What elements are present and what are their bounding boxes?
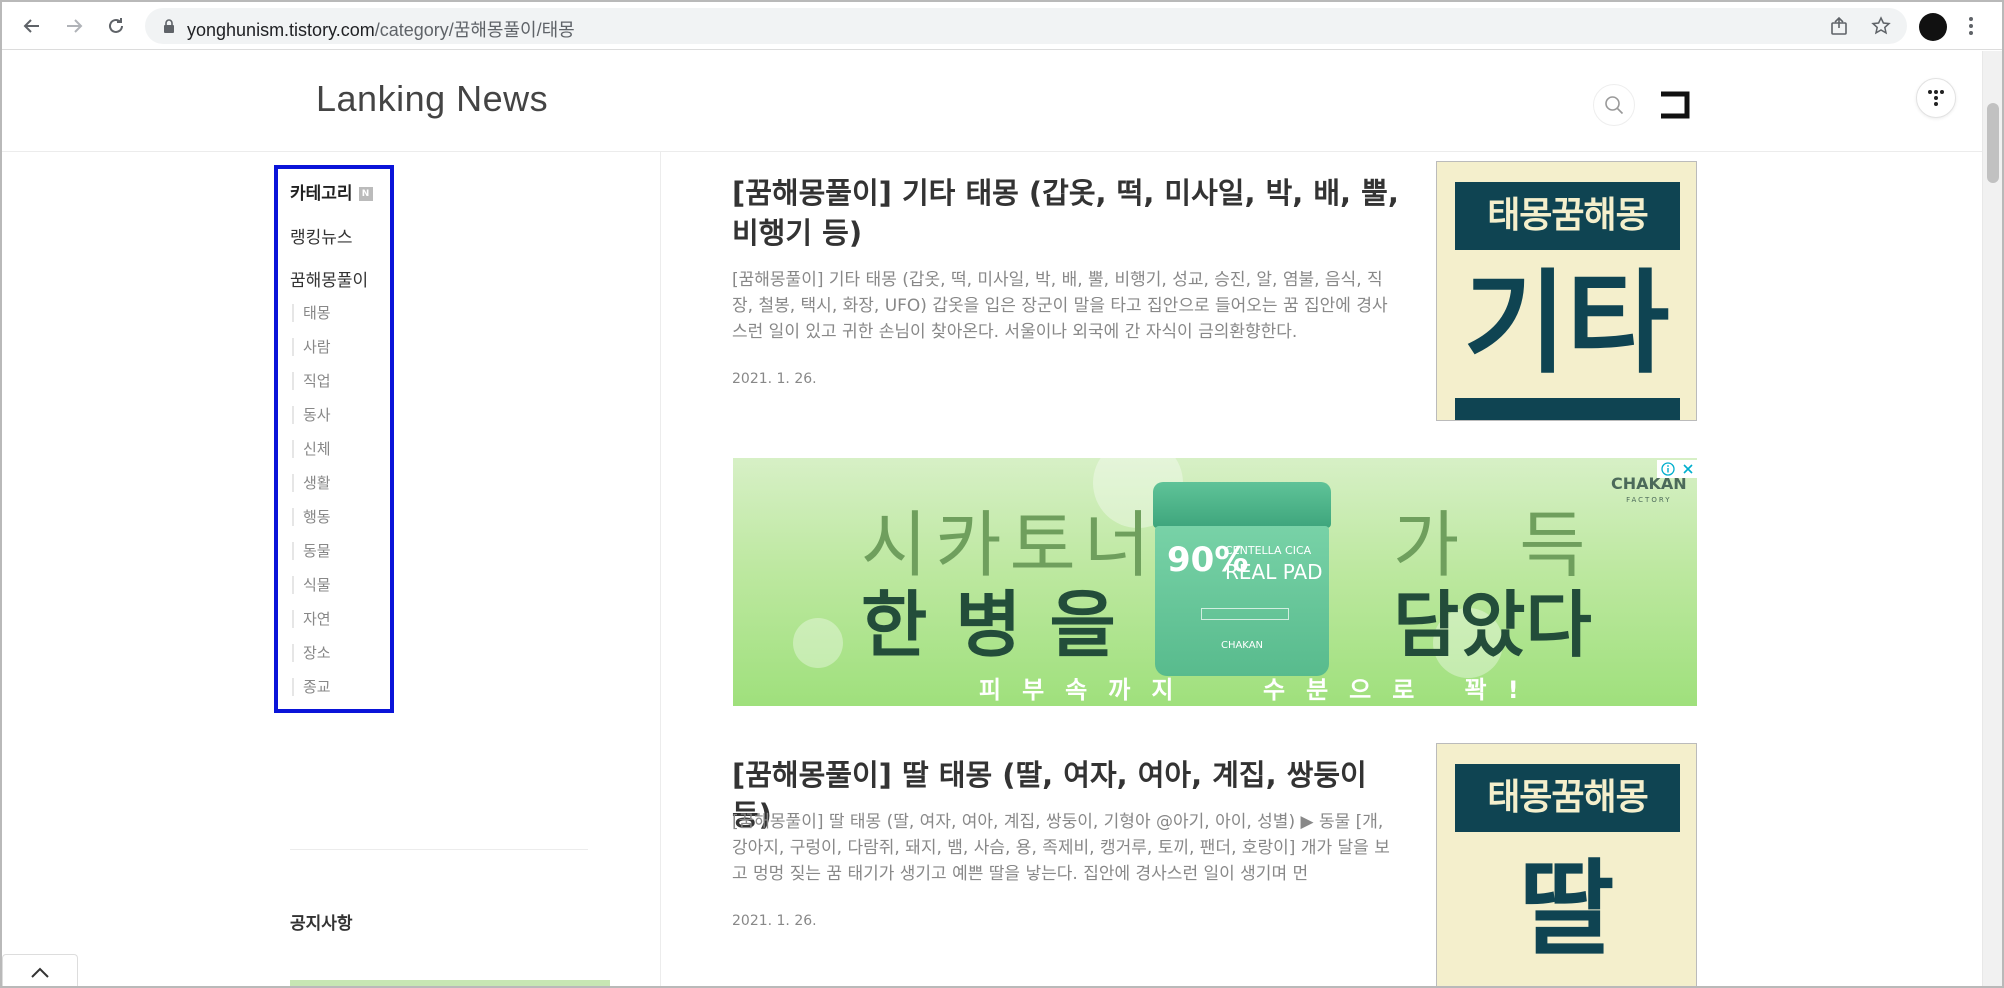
sidebar-divider bbox=[660, 152, 661, 986]
post-title[interactable]: [꿈해몽풀이] 기타 태몽 (갑옷, 떡, 미사일, 박, 배, 뿔, 비행기 … bbox=[732, 173, 1402, 253]
category-heading-label: 카테고리 bbox=[290, 184, 353, 204]
chevron-up-icon bbox=[31, 967, 49, 978]
jar-label bbox=[1201, 608, 1289, 620]
subcategory-item[interactable]: 생활 bbox=[292, 474, 331, 492]
category-item-ranking-news[interactable]: 랭킹뉴스 bbox=[290, 223, 353, 248]
reload-icon bbox=[109, 18, 123, 33]
thumbnail-band-text: 태몽꿈해몽 bbox=[1455, 182, 1680, 250]
scroll-to-top-button[interactable] bbox=[2, 954, 78, 986]
jar-body: 90% CENTELLA CICA REAL PAD CHAKAN bbox=[1155, 526, 1329, 676]
subcategory-item[interactable]: 신체 bbox=[292, 440, 331, 458]
category-item-dream-interpretation[interactable]: 꿈해몽풀이 bbox=[290, 266, 368, 291]
jar-product-name-2: REAL PAD bbox=[1225, 560, 1323, 584]
jar-brand: CHAKAN bbox=[1220, 640, 1264, 651]
subcategory-item[interactable]: 직업 bbox=[292, 372, 331, 390]
search-button[interactable] bbox=[1593, 84, 1635, 126]
post-thumbnail[interactable]: 태몽꿈해몽 딸 bbox=[1436, 743, 1697, 986]
product-jar-image: 90% CENTELLA CICA REAL PAD CHAKAN bbox=[1153, 482, 1331, 676]
ad-brand-logo: CHAKAN FACTORY bbox=[1611, 476, 1687, 508]
blog-menu-button[interactable] bbox=[1916, 78, 1956, 118]
subcategory-item[interactable]: 사람 bbox=[292, 338, 331, 356]
url-path: /category/꿈해몽풀이/태몽 bbox=[374, 20, 575, 40]
tistory-login-icon bbox=[1661, 91, 1690, 119]
ad-headline-2b: 담았다 bbox=[1393, 583, 1592, 667]
ad-decoration bbox=[793, 618, 843, 668]
web-page: Lanking News 카테고리 N 랭킹뉴스 꿈해몽풀이 태몽 사람 직업 동… bbox=[2, 51, 1982, 986]
more-vertical-icon bbox=[1969, 17, 1973, 35]
dots-menu-icon bbox=[1928, 90, 1944, 106]
profile-avatar[interactable] bbox=[1919, 13, 1947, 41]
ad-controls bbox=[1657, 460, 1697, 478]
reload-button[interactable] bbox=[100, 10, 132, 42]
post-excerpt[interactable]: [꿈해몽풀이] 딸 태몽 (딸, 여자, 여아, 계집, 쌍둥이, 기형아 @아… bbox=[732, 809, 1402, 887]
site-header: Lanking News bbox=[2, 51, 1982, 152]
address-bar[interactable]: yonghunism.tistory.com/category/꿈해몽풀이/태몽 bbox=[145, 8, 1907, 44]
subcategory-item[interactable]: 행동 bbox=[292, 508, 331, 526]
share-icon bbox=[1831, 16, 1847, 35]
thumbnail-big-text: 기타 bbox=[1463, 259, 1670, 389]
ad-close-icon[interactable] bbox=[1682, 463, 1694, 475]
ad-logo-sub: FACTORY bbox=[1626, 496, 1672, 504]
post-date: 2021. 1. 26. bbox=[732, 913, 817, 929]
post-date: 2021. 1. 26. bbox=[732, 371, 817, 387]
jar-lid bbox=[1153, 482, 1331, 528]
thumbnail-bottom-band bbox=[1455, 398, 1680, 420]
notice-heading[interactable]: 공지사항 bbox=[290, 909, 353, 934]
arrow-left-icon bbox=[23, 19, 39, 33]
arrow-right-icon bbox=[67, 19, 83, 33]
advertisement-banner[interactable]: 시카토너 가득 한병을 담았다 피부속까지 수분으로 꽉! 90% CENTEL… bbox=[733, 458, 1697, 706]
site-title[interactable]: Lanking News bbox=[316, 78, 548, 120]
url-text: yonghunism.tistory.com/category/꿈해몽풀이/태몽 bbox=[187, 16, 575, 42]
thumbnail-big-text: 딸 bbox=[1518, 848, 1615, 970]
subcategory-item[interactable]: 동물 bbox=[292, 542, 331, 560]
page-scrollbar[interactable] bbox=[1982, 51, 2002, 986]
category-heading[interactable]: 카테고리 N bbox=[290, 179, 373, 204]
sidebar-separator bbox=[290, 849, 588, 850]
thumbnail-band-text: 태몽꿈해몽 bbox=[1455, 764, 1680, 832]
login-button[interactable] bbox=[1656, 87, 1692, 123]
ad-info-icon[interactable] bbox=[1660, 462, 1675, 476]
sidebar-widget-edge bbox=[290, 980, 610, 986]
subcategory-item[interactable]: 자연 bbox=[292, 610, 331, 628]
bookmark-button[interactable] bbox=[1867, 12, 1895, 40]
search-icon bbox=[1605, 96, 1624, 115]
browser-toolbar: yonghunism.tistory.com/category/꿈해몽풀이/태몽 bbox=[2, 2, 2002, 50]
post-thumbnail[interactable]: 태몽꿈해몽 기타 bbox=[1436, 161, 1697, 421]
subcategory-item[interactable]: 동사 bbox=[292, 406, 331, 424]
new-badge: N bbox=[358, 187, 373, 201]
lock-icon bbox=[164, 19, 174, 33]
back-button[interactable] bbox=[16, 10, 48, 42]
subcategory-item[interactable]: 장소 bbox=[292, 644, 331, 662]
browser-window: yonghunism.tistory.com/category/꿈해몽풀이/태몽… bbox=[0, 0, 2004, 988]
jar-product-name: CENTELLA CICA bbox=[1225, 544, 1312, 557]
scrollbar-thumb[interactable] bbox=[1987, 103, 1999, 183]
post-excerpt[interactable]: [꿈해몽풀이] 기타 태몽 (갑옷, 떡, 미사일, 박, 배, 뿔, 비행기,… bbox=[732, 267, 1402, 345]
subcategory-item[interactable]: 태몽 bbox=[292, 304, 331, 322]
ad-headline-2a: 한병을 bbox=[861, 583, 1144, 667]
subcategory-item[interactable]: 종교 bbox=[292, 678, 331, 696]
forward-button[interactable] bbox=[58, 10, 90, 42]
subcategory-item[interactable]: 식물 bbox=[292, 576, 331, 594]
url-host: yonghunism.tistory.com bbox=[187, 20, 375, 40]
share-button[interactable] bbox=[1825, 12, 1853, 40]
star-icon bbox=[1871, 16, 1891, 35]
browser-menu-button[interactable] bbox=[1957, 12, 1985, 40]
